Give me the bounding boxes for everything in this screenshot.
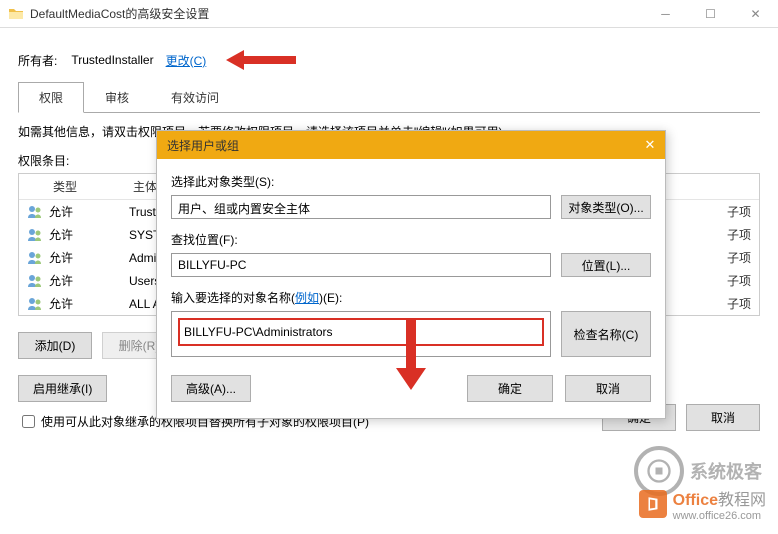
replace-child-checkbox[interactable] <box>22 415 35 428</box>
office-logo-icon <box>639 490 667 518</box>
row-tail: 子项 <box>727 203 751 220</box>
cancel-button[interactable]: 取消 <box>686 404 760 431</box>
add-button[interactable]: 添加(D) <box>18 332 92 359</box>
examples-link[interactable]: 例如 <box>295 291 319 305</box>
location-row: BILLYFU-PC 位置(L)... <box>171 253 651 277</box>
window-buttons: ─ ☐ ✕ <box>643 0 778 28</box>
row-tail: 子项 <box>727 272 751 289</box>
owner-value: TrustedInstaller <box>71 53 153 67</box>
modal-close-button[interactable]: ✕ <box>639 135 661 155</box>
principal-icon <box>27 274 43 288</box>
principal-icon <box>27 251 43 265</box>
check-names-button[interactable]: 检查名称(C) <box>561 311 651 357</box>
object-name-highlight <box>178 318 544 346</box>
tab-auditing[interactable]: 审核 <box>84 82 150 113</box>
modal-titlebar: 选择用户或组 ✕ <box>157 131 665 159</box>
row-tail: 子项 <box>727 226 751 243</box>
object-name-label-post: )(E): <box>319 291 342 305</box>
object-name-label: 输入要选择的对象名称(例如)(E): <box>171 289 651 306</box>
watermark-office: Office教程网 www.office26.com <box>639 486 766 522</box>
folder-icon <box>8 6 24 22</box>
window-title: DefaultMediaCost的高级安全设置 <box>30 5 643 22</box>
minimize-button[interactable]: ─ <box>643 0 688 28</box>
advanced-button[interactable]: 高级(A)... <box>171 375 251 402</box>
watermark-text: 系统极客 <box>690 458 762 484</box>
object-type-label: 选择此对象类型(S): <box>171 173 651 190</box>
row-type: 允许 <box>49 272 129 289</box>
owner-label: 所有者: <box>18 52 57 69</box>
tab-effective[interactable]: 有效访问 <box>150 82 240 113</box>
row-type: 允许 <box>49 226 129 243</box>
watermark-office-b: 教程网 <box>718 492 766 509</box>
window-titlebar: DefaultMediaCost的高级安全设置 ─ ☐ ✕ <box>0 0 778 28</box>
principal-icon <box>27 297 43 311</box>
object-name-input[interactable] <box>180 321 542 343</box>
location-label: 查找位置(F): <box>171 231 651 248</box>
watermark-office-url: www.office26.com <box>673 510 766 522</box>
row-tail: 子项 <box>727 249 751 266</box>
object-type-field: 用户、组或内置安全主体 <box>171 195 551 219</box>
row-type: 允许 <box>49 203 129 220</box>
tab-permissions[interactable]: 权限 <box>18 82 84 113</box>
row-type: 允许 <box>49 249 129 266</box>
close-button[interactable]: ✕ <box>733 0 778 28</box>
red-arrow-down-icon <box>396 320 426 390</box>
tabs: 权限 审核 有效访问 <box>18 82 760 113</box>
principal-icon <box>27 228 43 242</box>
header-type[interactable]: 类型 <box>53 178 133 195</box>
enable-inherit-button[interactable]: 启用继承(I) <box>18 375 107 402</box>
locations-button[interactable]: 位置(L)... <box>561 253 651 277</box>
object-name-box <box>171 311 551 357</box>
location-field: BILLYFU-PC <box>171 253 551 277</box>
watermark-office-text: Office教程网 www.office26.com <box>673 486 766 522</box>
owner-row: 所有者: TrustedInstaller 更改(C) <box>18 48 760 72</box>
row-tail: 子项 <box>727 295 751 312</box>
object-type-row: 用户、组或内置安全主体 对象类型(O)... <box>171 195 651 219</box>
principal-icon <box>27 205 43 219</box>
change-owner-link[interactable]: 更改(C) <box>166 52 207 69</box>
watermark-office-a: Office <box>673 492 718 509</box>
maximize-button[interactable]: ☐ <box>688 0 733 28</box>
object-types-button[interactable]: 对象类型(O)... <box>561 195 651 219</box>
modal-ok-button[interactable]: 确定 <box>467 375 553 402</box>
modal-title: 选择用户或组 <box>167 137 655 154</box>
row-type: 允许 <box>49 295 129 312</box>
object-name-label-pre: 输入要选择的对象名称( <box>171 291 295 305</box>
modal-cancel-button[interactable]: 取消 <box>565 375 651 402</box>
red-arrow-icon <box>226 48 296 72</box>
